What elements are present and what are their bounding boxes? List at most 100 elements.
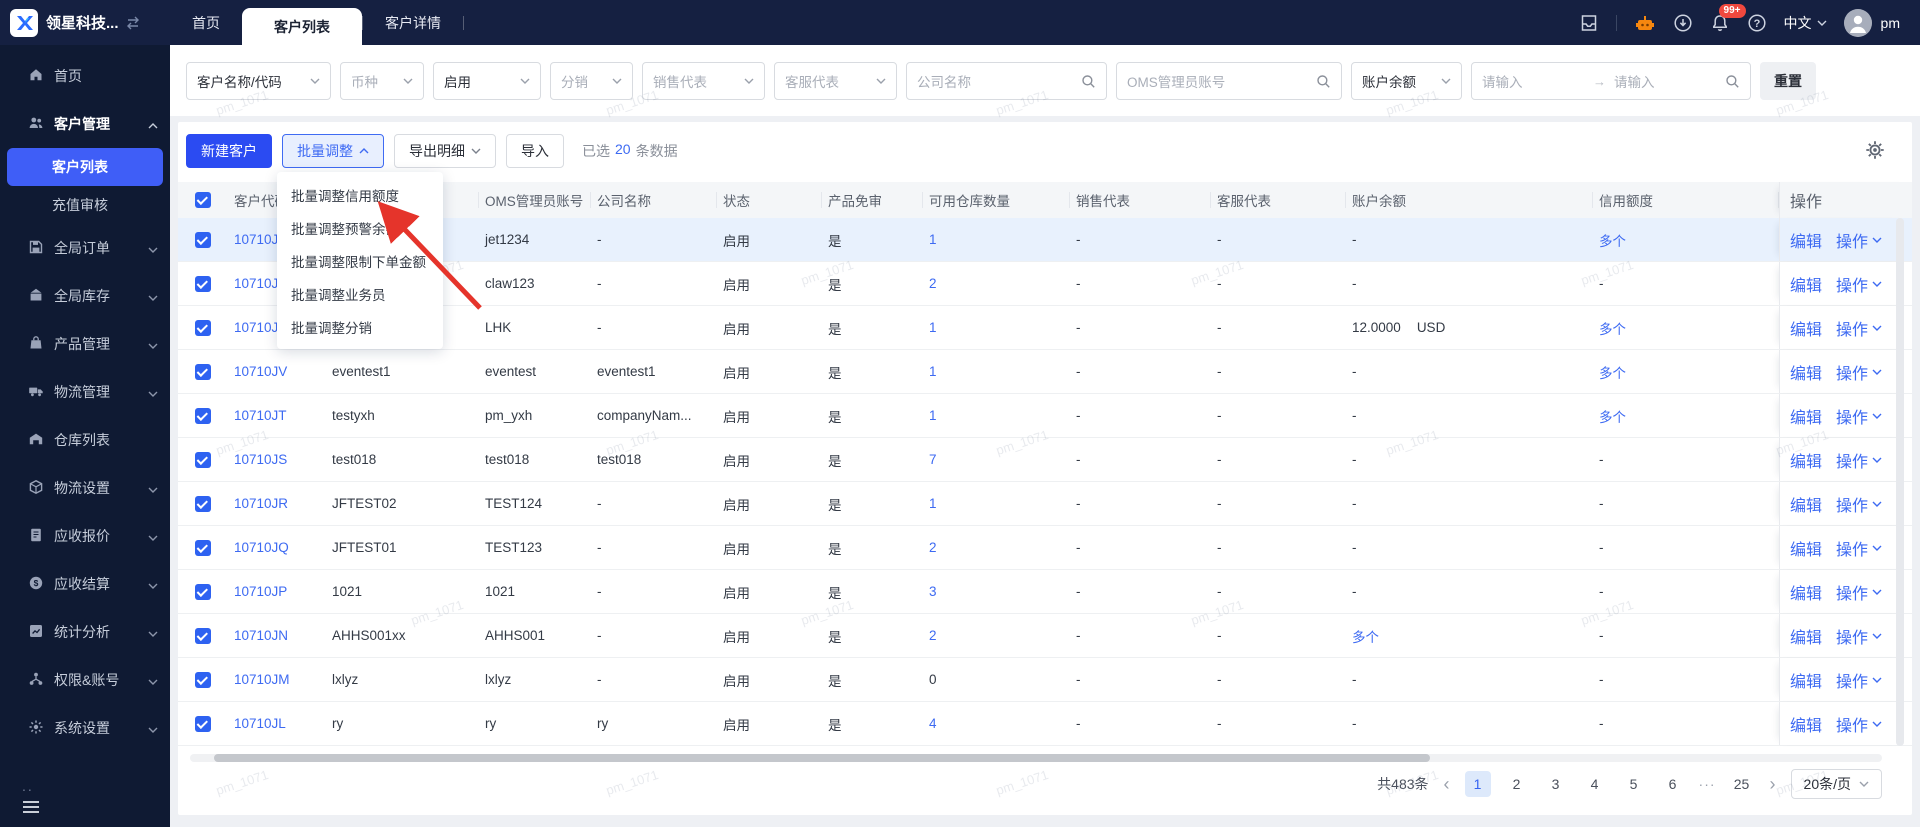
edit-button[interactable]: 编辑 xyxy=(1790,448,1822,472)
filter-account-balance[interactable]: 账户余额 xyxy=(1351,62,1462,100)
row-actions-button[interactable]: 操作 xyxy=(1836,404,1882,428)
edit-button[interactable]: 编辑 xyxy=(1790,404,1822,428)
download-icon[interactable] xyxy=(1673,13,1693,33)
export-detail-button[interactable]: 导出明细 xyxy=(394,133,496,168)
row-actions-button[interactable]: 操作 xyxy=(1836,580,1882,604)
customer-code-link[interactable]: 10710JQ xyxy=(234,540,289,555)
row-actions-button[interactable]: 操作 xyxy=(1836,360,1882,384)
page-number-4[interactable]: 4 xyxy=(1582,771,1608,797)
batch-menu-item-4[interactable]: 批量调整业务员 xyxy=(277,277,443,310)
tab-customer-detail[interactable]: 客户详情 xyxy=(363,0,463,45)
customer-code-link[interactable]: 10710JL xyxy=(234,716,286,731)
notifications-bell-icon[interactable]: 99+ xyxy=(1710,3,1746,33)
sidebar-item-product-management[interactable]: 产品管理 xyxy=(0,320,170,368)
row-checkbox[interactable] xyxy=(195,363,211,380)
collapse-menu-icon[interactable] xyxy=(22,800,40,814)
sidebar-item-home[interactable]: 首页 xyxy=(0,52,170,100)
customer-code-link[interactable]: 10710JS xyxy=(234,452,287,467)
row-actions-button[interactable]: 操作 xyxy=(1836,272,1882,296)
sidebar-item-global-orders[interactable]: 全局订单 xyxy=(0,224,170,272)
batch-menu-item-2[interactable]: 批量调整预警余额 xyxy=(277,211,443,244)
row-checkbox[interactable] xyxy=(195,495,211,512)
row-checkbox[interactable] xyxy=(195,671,211,688)
warehouse-count-link[interactable]: 1 xyxy=(929,364,937,379)
sidebar-item-customer-management[interactable]: 客户管理 xyxy=(0,100,170,148)
sidebar-item-customer-list[interactable]: 客户列表 xyxy=(7,148,163,186)
row-checkbox[interactable] xyxy=(195,451,211,468)
customer-code-link[interactable]: 10710JN xyxy=(234,628,288,643)
range-from-input[interactable]: 请输入 xyxy=(1482,71,1585,91)
import-button[interactable]: 导入 xyxy=(506,133,564,168)
warehouse-count-link[interactable]: 2 xyxy=(929,276,937,291)
sidebar-item-permissions-accounts[interactable]: 权限&账号 xyxy=(0,656,170,704)
row-actions-button[interactable]: 操作 xyxy=(1836,492,1882,516)
row-checkbox[interactable] xyxy=(195,539,211,556)
credit-multiple-link[interactable]: 多个 xyxy=(1599,318,1626,338)
user-avatar[interactable] xyxy=(1843,8,1872,37)
warehouse-count-link[interactable]: 2 xyxy=(929,628,937,643)
pagination-ellipsis-button[interactable]: ··· xyxy=(1699,776,1716,792)
row-checkbox[interactable] xyxy=(195,715,211,732)
customer-code-link[interactable]: 10710JP xyxy=(234,584,287,599)
warehouse-count-link[interactable]: 1 xyxy=(929,408,937,423)
row-checkbox[interactable] xyxy=(195,319,211,336)
row-actions-button[interactable]: 操作 xyxy=(1836,448,1882,472)
filter-balance-range[interactable]: 请输入 → 请输入 xyxy=(1471,62,1751,100)
edit-button[interactable]: 编辑 xyxy=(1790,580,1822,604)
row-actions-button[interactable]: 操作 xyxy=(1836,316,1882,340)
edit-button[interactable]: 编辑 xyxy=(1790,360,1822,384)
app-logo-icon[interactable] xyxy=(10,8,38,37)
switch-app-icon[interactable] xyxy=(125,16,141,30)
row-checkbox[interactable] xyxy=(195,583,211,600)
select-all-checkbox[interactable] xyxy=(195,192,211,208)
batch-adjust-button[interactable]: 批量调整 xyxy=(282,133,384,168)
batch-menu-item-3[interactable]: 批量调整限制下单金额 xyxy=(277,244,443,277)
robot-assistant-icon[interactable] xyxy=(1634,12,1656,34)
warehouse-count-link[interactable]: 2 xyxy=(929,540,937,555)
balance-multiple-link[interactable]: 多个 xyxy=(1352,626,1379,646)
inbox-icon[interactable] xyxy=(1579,13,1599,33)
customer-code-link[interactable]: 10710JR xyxy=(234,496,288,511)
filter-service-rep[interactable]: 客服代表 xyxy=(774,62,897,100)
page-number-25[interactable]: 25 xyxy=(1729,771,1755,797)
row-checkbox[interactable] xyxy=(195,407,211,424)
batch-menu-item-1[interactable]: 批量调整信用额度 xyxy=(277,178,443,211)
row-actions-button[interactable]: 操作 xyxy=(1836,536,1882,560)
sidebar-item-logistics-settings[interactable]: 物流设置 xyxy=(0,464,170,512)
warehouse-count-link[interactable]: 7 xyxy=(929,452,937,467)
filter-sales-rep[interactable]: 销售代表 xyxy=(642,62,765,100)
tab-home[interactable]: 首页 xyxy=(170,0,242,45)
filter-status[interactable]: 启用 xyxy=(433,62,541,100)
customer-code-link[interactable]: 10710JT xyxy=(234,408,287,423)
edit-button[interactable]: 编辑 xyxy=(1790,316,1822,340)
credit-multiple-link[interactable]: 多个 xyxy=(1599,230,1626,250)
sidebar-item-system-settings[interactable]: 系统设置 xyxy=(0,704,170,752)
page-number-6[interactable]: 6 xyxy=(1660,771,1686,797)
next-page-button[interactable]: › xyxy=(1768,774,1778,795)
row-checkbox[interactable] xyxy=(195,275,211,292)
help-icon[interactable]: ? xyxy=(1747,13,1767,33)
edit-button[interactable]: 编辑 xyxy=(1790,668,1822,692)
page-number-1[interactable]: 1 xyxy=(1464,771,1491,797)
row-actions-button[interactable]: 操作 xyxy=(1836,228,1882,252)
warehouse-count-link[interactable]: 3 xyxy=(929,584,937,599)
customer-code-link[interactable]: 10710JM xyxy=(234,672,290,687)
horizontal-scrollbar-thumb[interactable] xyxy=(214,754,1430,762)
table-settings-gear-icon[interactable] xyxy=(1864,139,1886,166)
edit-button[interactable]: 编辑 xyxy=(1790,536,1822,560)
sidebar-item-recharge-review[interactable]: 充值审核 xyxy=(0,186,170,224)
credit-multiple-link[interactable]: 多个 xyxy=(1599,406,1626,426)
reset-button[interactable]: 重置 xyxy=(1760,62,1816,100)
filter-customer-name-code[interactable]: 客户名称/代码 xyxy=(186,62,331,100)
row-checkbox[interactable] xyxy=(195,231,211,248)
new-customer-button[interactable]: 新建客户 xyxy=(186,133,272,168)
sidebar-item-warehouse-list[interactable]: 仓库列表 xyxy=(0,416,170,464)
warehouse-count-link[interactable]: 1 xyxy=(929,232,937,247)
customer-code-link[interactable]: 10710JV xyxy=(234,364,287,379)
credit-multiple-link[interactable]: 多个 xyxy=(1599,362,1626,382)
language-selector[interactable]: 中文 xyxy=(1784,13,1827,33)
edit-button[interactable]: 编辑 xyxy=(1790,492,1822,516)
warehouse-count-link[interactable]: 4 xyxy=(929,716,937,731)
filter-distribution[interactable]: 分销 xyxy=(550,62,633,100)
sidebar-item-global-inventory[interactable]: 全局库存 xyxy=(0,272,170,320)
